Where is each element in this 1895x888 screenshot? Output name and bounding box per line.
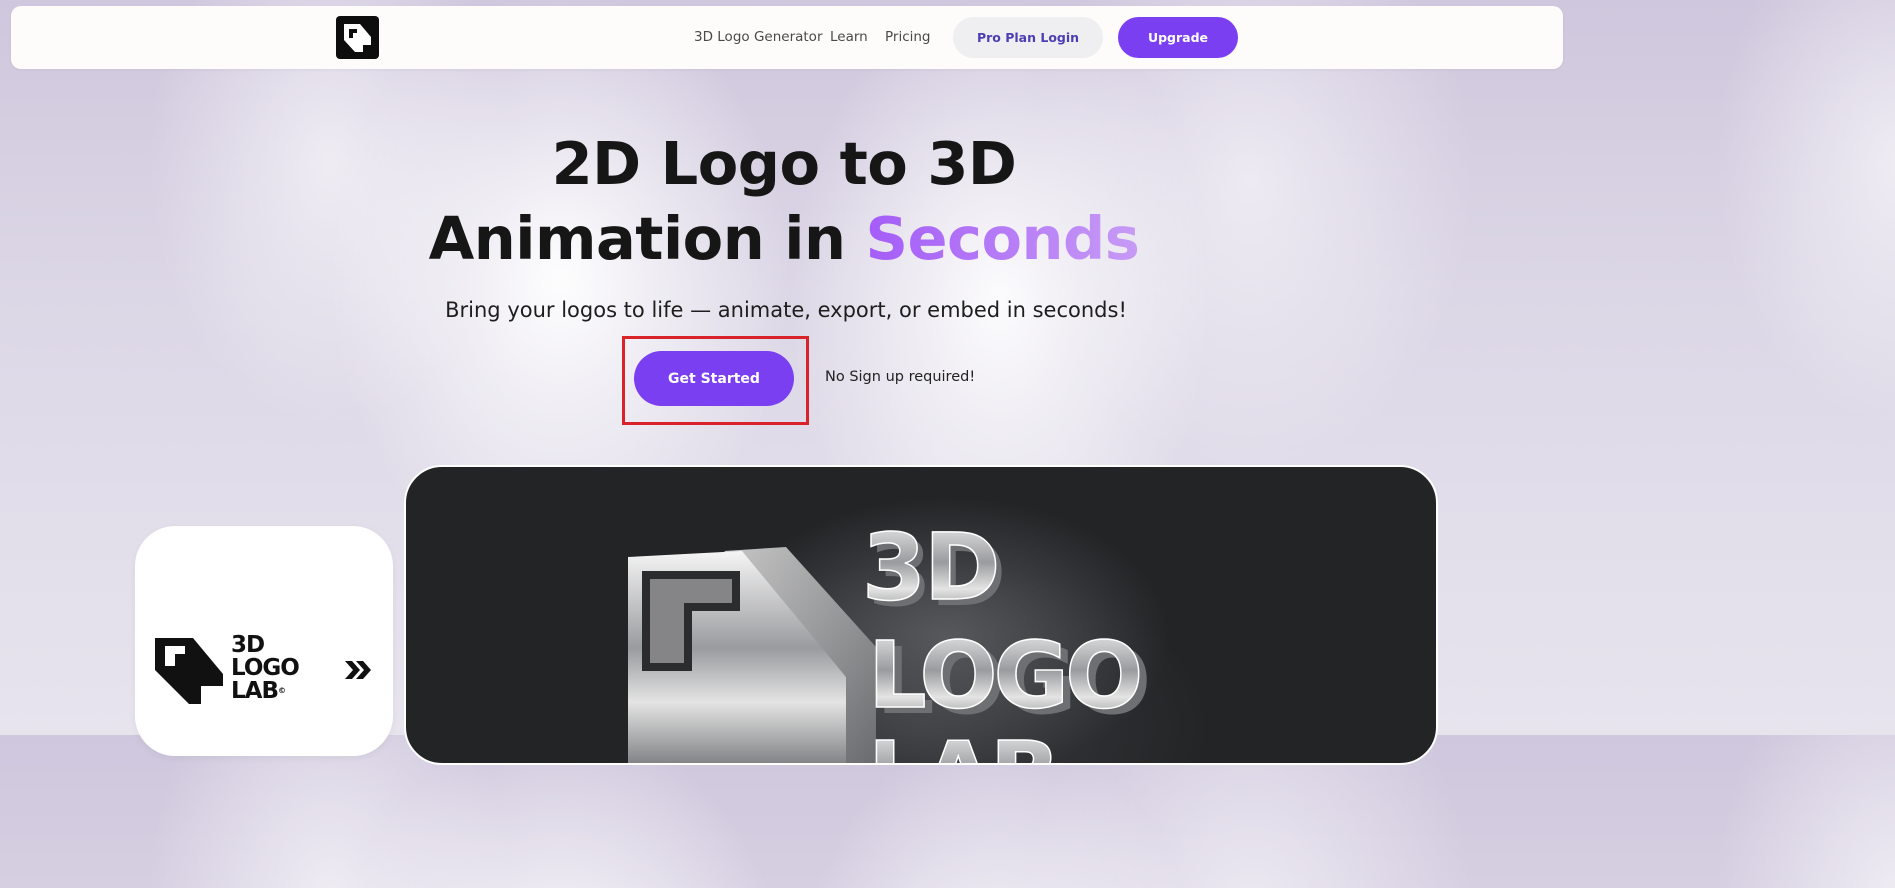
3d-logo-render: 3D 3D LOGO LOGO LAB: [628, 513, 1151, 765]
hero-title: 2D Logo to 3D Animation in Seconds: [0, 126, 1568, 276]
preview-text-lab: LAB: [868, 722, 1056, 765]
wordmark-line-3d: 3D: [231, 632, 265, 658]
hero-title-highlight: Seconds: [865, 204, 1140, 273]
hero-title-line-1: 2D Logo to 3D: [551, 129, 1017, 198]
nav-link-3d-logo-generator[interactable]: 3D Logo Generator: [694, 29, 823, 45]
wordmark-line-lab: LAB©: [231, 680, 299, 703]
pro-plan-login-button[interactable]: Pro Plan Login: [953, 17, 1103, 58]
nav-link-learn[interactable]: Learn: [830, 29, 868, 45]
double-chevron-right-icon: [345, 661, 371, 679]
get-started-button[interactable]: Get Started: [634, 351, 794, 406]
no-signup-note: No Sign up required!: [825, 369, 976, 385]
nav-link-pricing[interactable]: Pricing: [885, 29, 931, 45]
copyright-mark: ©: [278, 686, 286, 695]
wordmark-lab-text: LAB: [231, 678, 279, 704]
flat-logo-wordmark: 3D LOGO LAB©: [231, 632, 300, 703]
logo-mark-icon: [155, 638, 223, 704]
preview-text-logo: LOGO: [868, 622, 1139, 729]
preview-text-3d: 3D: [862, 514, 998, 621]
3d-preview-video[interactable]: 3D 3D LOGO LOGO LAB: [404, 465, 1438, 765]
hero-title-line-2: Animation in Seconds: [0, 201, 1568, 276]
upgrade-button[interactable]: Upgrade: [1118, 17, 1238, 58]
hero-subtitle: Bring your logos to life — animate, expo…: [445, 298, 1127, 322]
flat-logo-card: 3D LOGO LAB©: [135, 526, 393, 756]
top-navbar: 3D Logo Generator Learn Pricing Pro Plan…: [11, 6, 1563, 69]
hero-title-prefix: Animation in: [428, 204, 866, 273]
logo-icon[interactable]: [336, 16, 379, 59]
wordmark-line-logo: LOGO: [231, 655, 300, 681]
